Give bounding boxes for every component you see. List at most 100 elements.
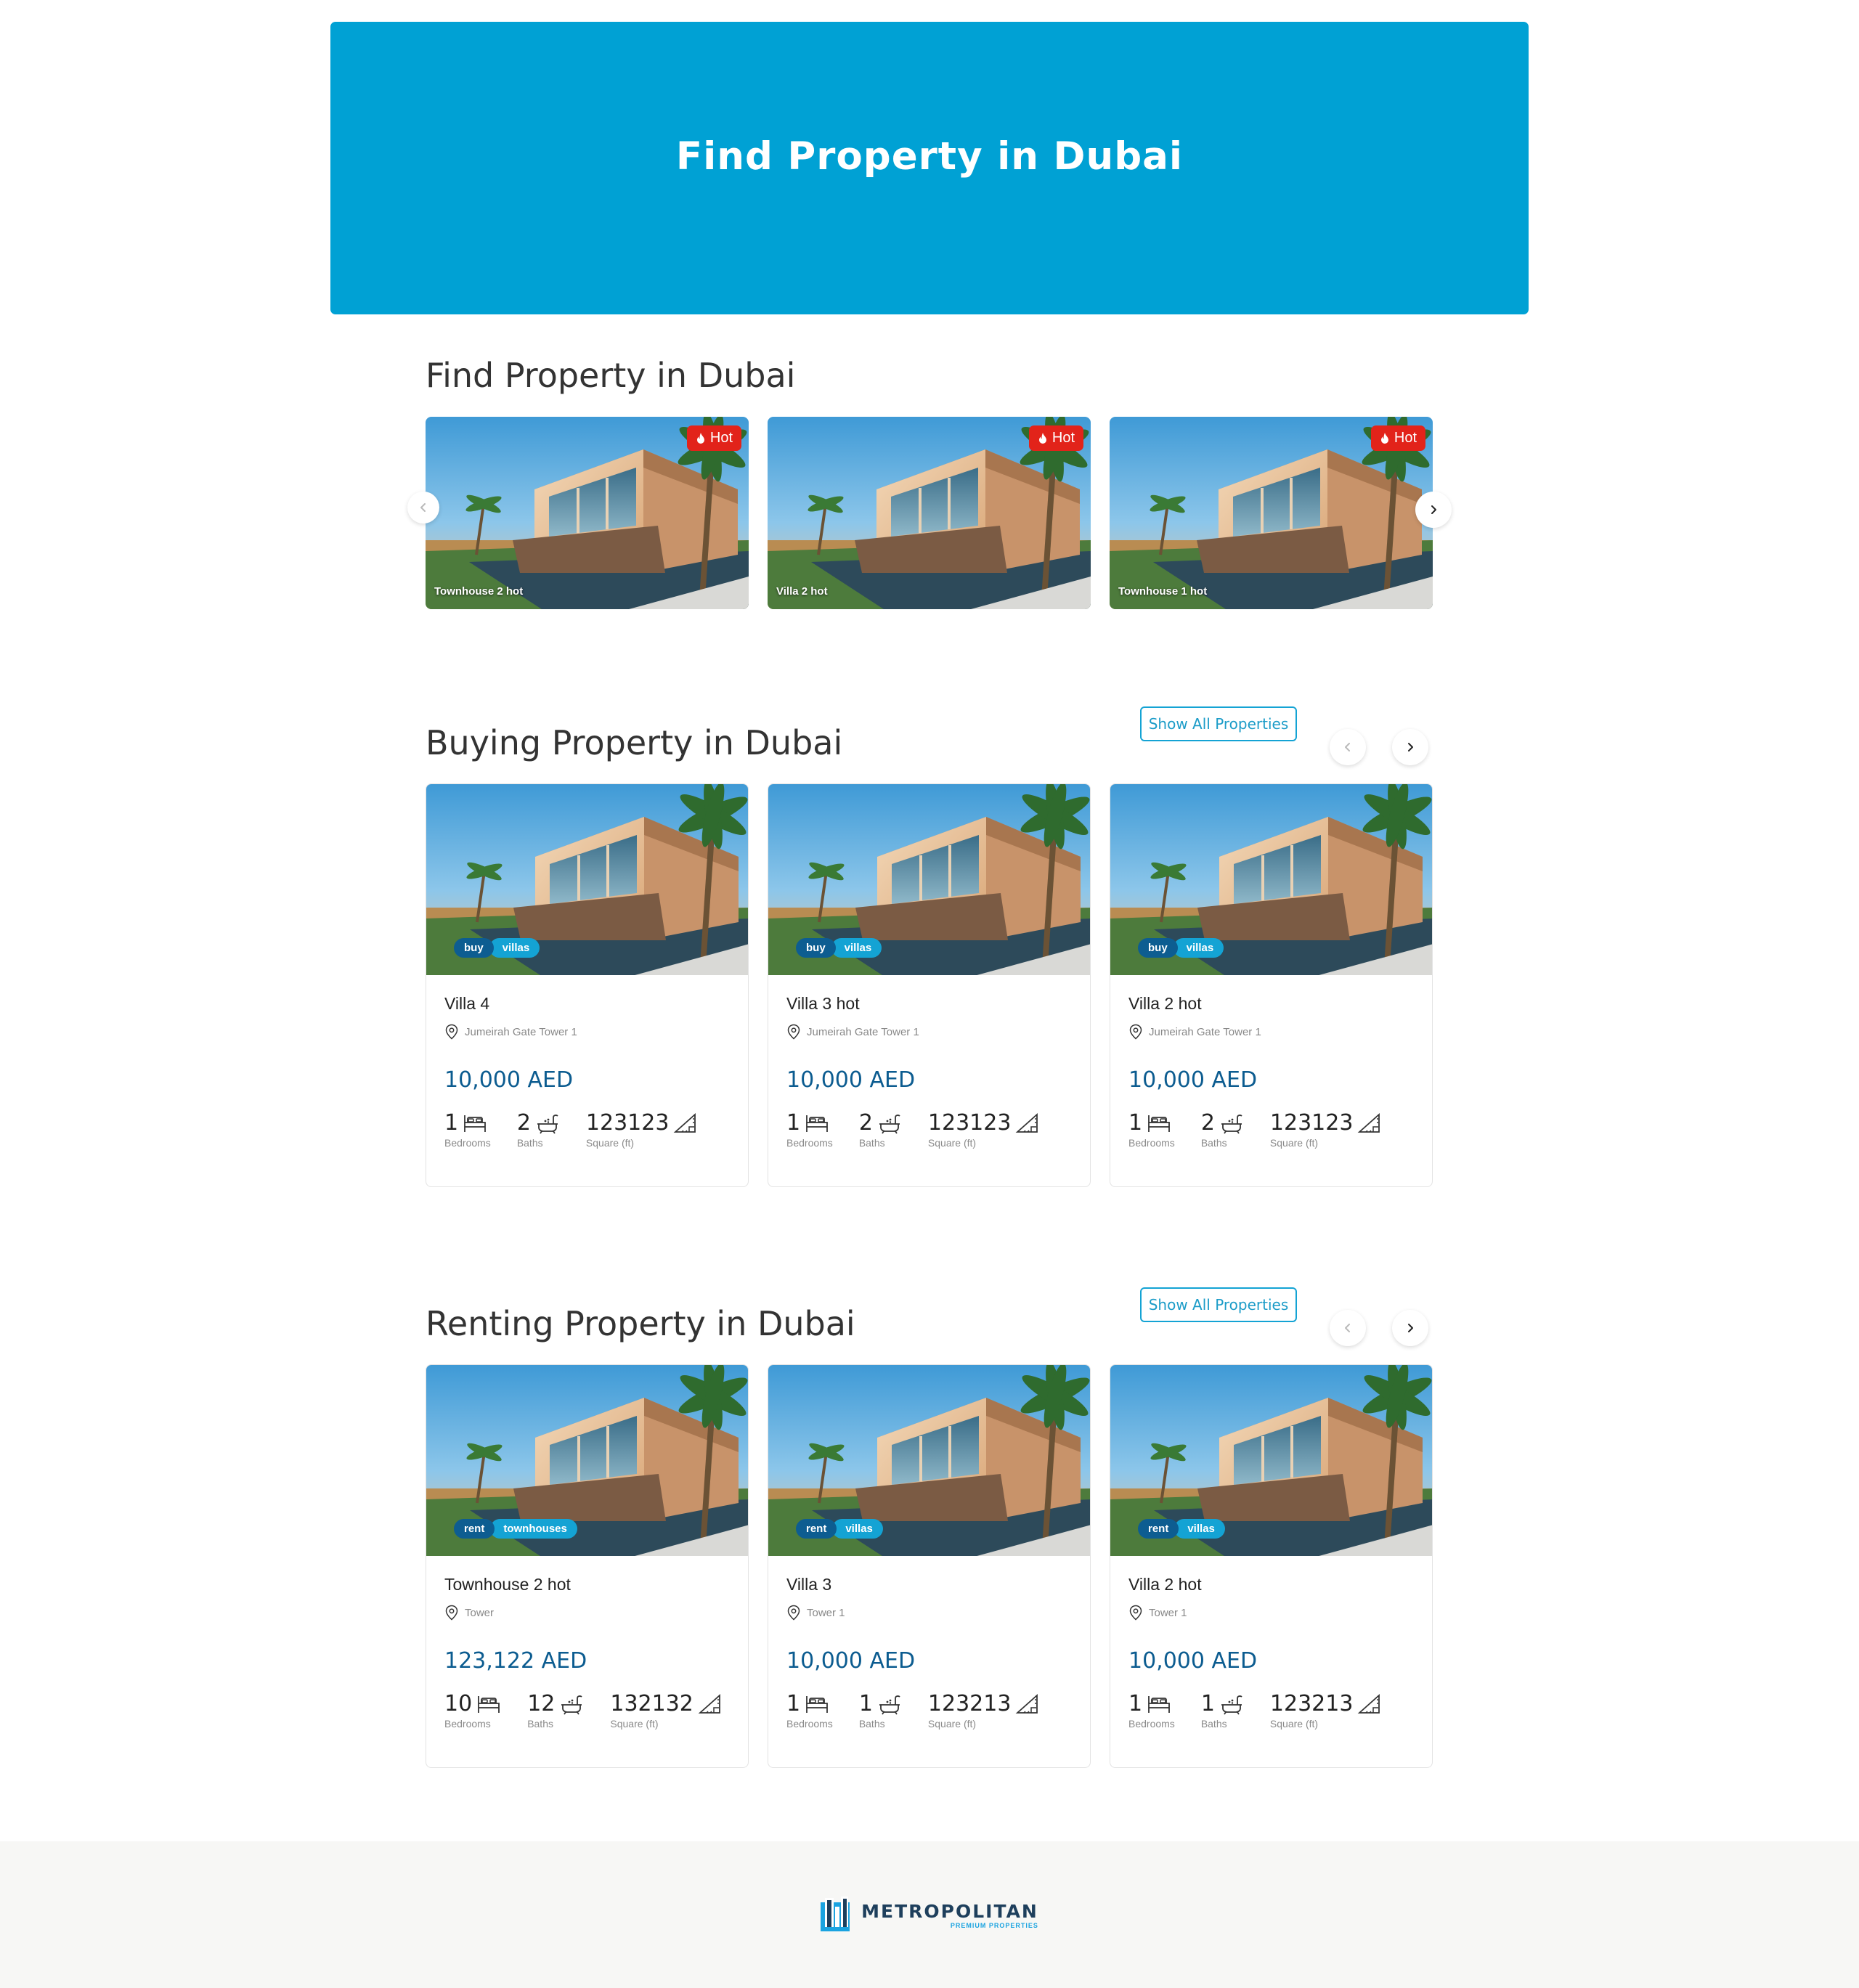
featured-card[interactable]: Hot Villa 2 hot bbox=[768, 417, 1091, 609]
area-icon bbox=[1357, 1693, 1382, 1715]
bedrooms-stat: 1 Bedrooms bbox=[1128, 1691, 1175, 1730]
area-icon bbox=[673, 1112, 698, 1134]
fire-icon bbox=[1038, 432, 1048, 445]
chevron-right-icon bbox=[1427, 503, 1440, 516]
property-card[interactable]: rent villas Villa 2 hot Tower 1 10,000 A… bbox=[1110, 1364, 1433, 1768]
property-location-text: Jumeirah Gate Tower 1 bbox=[465, 1025, 577, 1038]
baths-label: Baths bbox=[858, 1137, 885, 1149]
listing-type-tag[interactable]: buy bbox=[454, 938, 494, 958]
renting-next-button[interactable] bbox=[1392, 1310, 1428, 1346]
property-card[interactable]: buy villas Villa 4 Jumeirah Gate Tower 1… bbox=[426, 783, 749, 1187]
property-card[interactable]: rent villas Villa 3 Tower 1 10,000 AED 1… bbox=[768, 1364, 1091, 1768]
baths-stat: 1 Baths bbox=[859, 1691, 902, 1730]
property-type-tag[interactable]: villas bbox=[832, 1519, 883, 1539]
area-stat: 132132 Square (ft) bbox=[610, 1691, 723, 1730]
property-location: Tower bbox=[444, 1605, 730, 1621]
property-location: Tower 1 bbox=[1128, 1605, 1414, 1621]
featured-next-button[interactable] bbox=[1415, 492, 1452, 528]
baths-stat: 2 Baths bbox=[859, 1110, 902, 1149]
property-location-text: Jumeirah Gate Tower 1 bbox=[1149, 1025, 1261, 1038]
property-type-tag[interactable]: villas bbox=[1174, 1519, 1225, 1539]
area-stat: 123123 Square (ft) bbox=[586, 1110, 699, 1149]
property-stats: 10 Bedrooms 12 Baths 132132 Square (ft) bbox=[444, 1691, 730, 1730]
bathtub-icon bbox=[1219, 1112, 1244, 1134]
featured-card[interactable]: Hot Townhouse 1 hot bbox=[1110, 417, 1433, 609]
listing-type-tag[interactable]: buy bbox=[1138, 938, 1178, 958]
bed-icon bbox=[476, 1693, 501, 1715]
location-pin-icon bbox=[444, 1605, 459, 1621]
property-location: Tower 1 bbox=[786, 1605, 1072, 1621]
bedrooms-label: Bedrooms bbox=[1128, 1137, 1175, 1149]
buying-section: Show All Properties Buying Property in D… bbox=[426, 704, 1433, 1191]
fire-icon bbox=[696, 432, 706, 445]
property-location: Jumeirah Gate Tower 1 bbox=[444, 1024, 730, 1040]
area-stat: 123213 Square (ft) bbox=[928, 1691, 1041, 1730]
baths-value: 1 bbox=[858, 1691, 873, 1716]
property-location-text: Jumeirah Gate Tower 1 bbox=[807, 1025, 919, 1038]
property-type-tag[interactable]: townhouses bbox=[490, 1519, 577, 1539]
baths-stat: 2 Baths bbox=[517, 1110, 560, 1149]
baths-label: Baths bbox=[1200, 1137, 1227, 1149]
property-type-tag[interactable]: villas bbox=[831, 938, 882, 958]
property-title[interactable]: Villa 3 hot bbox=[786, 994, 1072, 1014]
hot-badge: Hot bbox=[686, 425, 741, 451]
property-title[interactable]: Villa 2 hot bbox=[1128, 994, 1414, 1014]
bed-icon bbox=[463, 1112, 487, 1134]
property-image: rent villas bbox=[768, 1365, 1090, 1556]
property-stats: 1 Bedrooms 2 Baths 123123 Square (ft) bbox=[444, 1110, 730, 1149]
featured-prev-button[interactable] bbox=[407, 492, 439, 524]
renting-prev-button[interactable] bbox=[1330, 1310, 1366, 1346]
listing-type-tag[interactable]: rent bbox=[454, 1519, 495, 1539]
area-value: 123213 bbox=[927, 1691, 1012, 1716]
bedrooms-value: 10 bbox=[444, 1691, 473, 1716]
listing-type-tag[interactable]: rent bbox=[796, 1519, 837, 1539]
listing-type-tag[interactable]: rent bbox=[1138, 1519, 1179, 1539]
property-card[interactable]: buy villas Villa 2 hot Jumeirah Gate Tow… bbox=[1110, 783, 1433, 1187]
property-type-tag[interactable]: villas bbox=[1173, 938, 1224, 958]
buying-next-button[interactable] bbox=[1392, 729, 1428, 765]
property-price: 10,000 AED bbox=[1128, 1067, 1258, 1093]
property-title[interactable]: Townhouse 2 hot bbox=[444, 1575, 730, 1594]
brand-logo[interactable]: METROPOLITAN PREMIUM PROPERTIES bbox=[821, 1897, 1038, 1933]
property-image: rent villas bbox=[1110, 1365, 1432, 1556]
area-value: 132132 bbox=[610, 1691, 693, 1716]
property-tags: buy villas bbox=[454, 938, 540, 958]
property-image: buy villas bbox=[1110, 784, 1432, 975]
area-stat: 123123 Square (ft) bbox=[928, 1110, 1041, 1149]
area-label: Square (ft) bbox=[585, 1137, 635, 1149]
baths-label: Baths bbox=[858, 1718, 885, 1730]
hot-badge-label: Hot bbox=[1394, 430, 1417, 446]
property-stats: 1 Bedrooms 1 Baths 123213 Square (ft) bbox=[1128, 1691, 1414, 1730]
buying-prev-button[interactable] bbox=[1330, 729, 1366, 765]
property-card[interactable]: buy villas Villa 3 hot Jumeirah Gate Tow… bbox=[768, 783, 1091, 1187]
buying-carousel: buy villas Villa 4 Jumeirah Gate Tower 1… bbox=[426, 783, 1433, 1187]
property-title[interactable]: Villa 4 bbox=[444, 994, 730, 1014]
property-image: rent townhouses bbox=[426, 1365, 748, 1556]
property-image: buy villas bbox=[768, 784, 1090, 975]
property-stats: 1 Bedrooms 2 Baths 123123 Square (ft) bbox=[1128, 1110, 1414, 1149]
featured-card[interactable]: Hot Townhouse 2 hot bbox=[426, 417, 749, 609]
property-card[interactable]: rent townhouses Townhouse 2 hot Tower 12… bbox=[426, 1364, 749, 1768]
hero-title: Find Property in Dubai bbox=[675, 134, 1184, 179]
area-icon bbox=[1015, 1693, 1040, 1715]
chevron-left-icon bbox=[1341, 741, 1354, 754]
show-all-properties-button[interactable]: Show All Properties bbox=[1140, 1287, 1297, 1322]
show-all-properties-button[interactable]: Show All Properties bbox=[1140, 706, 1297, 741]
property-price: 10,000 AED bbox=[1128, 1648, 1258, 1674]
property-tags: rent villas bbox=[1138, 1519, 1225, 1539]
baths-stat: 12 Baths bbox=[527, 1691, 584, 1730]
bathtub-icon bbox=[535, 1112, 560, 1134]
property-location-text: Tower 1 bbox=[1149, 1606, 1187, 1619]
property-title[interactable]: Villa 3 bbox=[786, 1575, 1072, 1594]
bed-icon bbox=[805, 1693, 829, 1715]
bedrooms-value: 1 bbox=[444, 1110, 459, 1136]
area-stat: 123123 Square (ft) bbox=[1270, 1110, 1383, 1149]
listing-type-tag[interactable]: buy bbox=[796, 938, 836, 958]
property-stats: 1 Bedrooms 1 Baths 123213 Square (ft) bbox=[786, 1691, 1072, 1730]
property-type-tag[interactable]: villas bbox=[489, 938, 540, 958]
hot-badge: Hot bbox=[1028, 425, 1083, 451]
area-icon bbox=[1357, 1112, 1382, 1134]
property-title[interactable]: Villa 2 hot bbox=[1128, 1575, 1414, 1594]
bathtub-icon bbox=[559, 1693, 584, 1715]
property-price: 123,122 AED bbox=[444, 1648, 587, 1674]
